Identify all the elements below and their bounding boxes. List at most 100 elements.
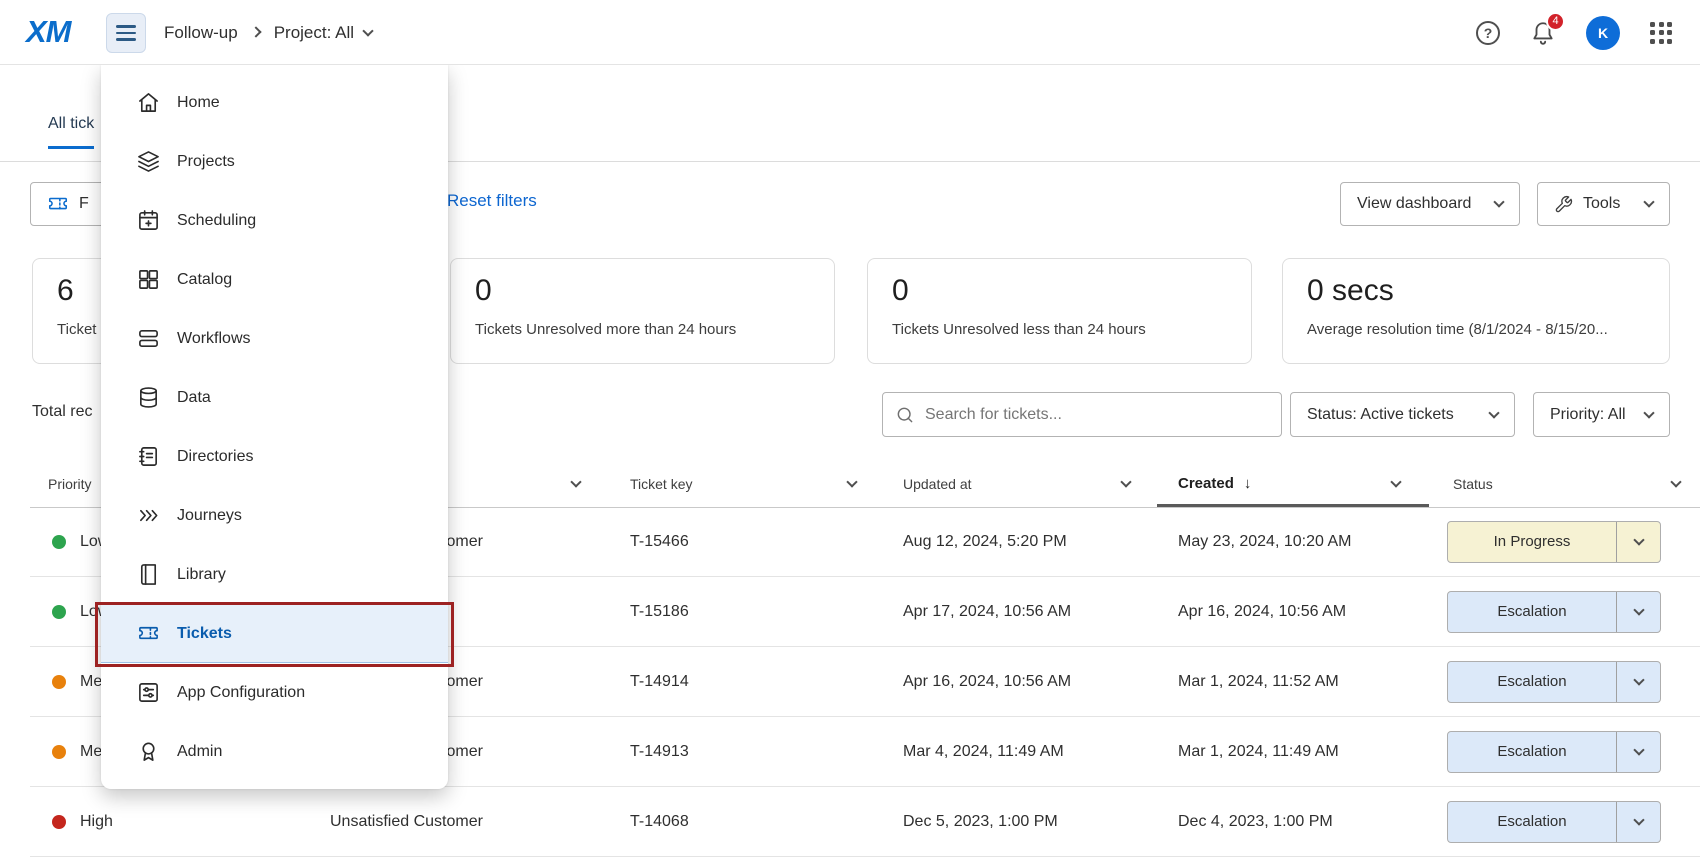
chevron-down-icon <box>1488 407 1499 418</box>
hamburger-icon <box>116 25 136 28</box>
menu-item-data[interactable]: Data <box>101 368 448 427</box>
stat-card-unresolved-more-24h: 0 Tickets Unresolved more than 24 hours <box>450 258 835 364</box>
ticket-key-cell: T-14913 <box>630 743 689 761</box>
menu-item-app-configuration[interactable]: App Configuration <box>101 663 448 722</box>
stat-card-unresolved-less-24h: 0 Tickets Unresolved less than 24 hours <box>867 258 1252 364</box>
status-badge-label: In Progress <box>1448 522 1616 562</box>
library-icon <box>137 563 160 586</box>
admin-icon <box>137 740 160 763</box>
priority-cell: High <box>80 813 113 831</box>
help-icon[interactable]: ? <box>1476 21 1500 45</box>
status-dropdown[interactable]: Escalation <box>1447 591 1661 633</box>
menu-item-library[interactable]: Library <box>101 545 448 604</box>
ticket-key-cell: T-15466 <box>630 533 689 551</box>
menu-item-workflows[interactable]: Workflows <box>101 309 448 368</box>
updated-at-cell: Apr 17, 2024, 10:56 AM <box>903 603 1071 621</box>
stat-value: 0 <box>475 274 810 308</box>
ticket-name-cell: Unsatisfied Customer <box>330 813 483 831</box>
menu-item-scheduling[interactable]: Scheduling <box>101 191 448 250</box>
priority-filter-dropdown[interactable]: Priority: All <box>1533 392 1670 437</box>
priority-dot <box>52 675 66 689</box>
search-input[interactable] <box>925 406 1269 424</box>
status-dropdown[interactable]: Escalation <box>1447 731 1661 773</box>
column-header-status[interactable]: Status <box>1453 460 1493 507</box>
tools-button[interactable]: Tools <box>1537 182 1670 226</box>
priority-dot <box>52 605 66 619</box>
priority-dot <box>52 815 66 829</box>
ticket-name-sort-chevron[interactable] <box>572 473 580 491</box>
breadcrumb: Follow-up Project: All <box>164 0 372 65</box>
ticket-key-sort-chevron[interactable] <box>848 473 856 491</box>
tab-all-tickets[interactable]: All tick <box>48 115 94 149</box>
priority-dot <box>52 745 66 759</box>
directories-icon <box>137 445 160 468</box>
menu-item-admin[interactable]: Admin <box>101 722 448 781</box>
status-chevron[interactable] <box>1616 662 1660 702</box>
workflows-icon <box>137 327 160 350</box>
data-icon <box>137 386 160 409</box>
priority-dot <box>52 535 66 549</box>
apps-grid-icon[interactable] <box>1650 22 1672 44</box>
status-dropdown[interactable]: Escalation <box>1447 801 1661 843</box>
global-navigation-menu: Home Projects Scheduling Catalog Workflo… <box>101 65 448 789</box>
app-configuration-icon <box>137 681 160 704</box>
breadcrumb-section[interactable]: Follow-up <box>164 23 238 43</box>
column-header-updated-at[interactable]: Updated at <box>903 460 972 507</box>
column-header-priority[interactable]: Priority <box>48 460 92 507</box>
ticket-key-cell: T-14068 <box>630 813 689 831</box>
menu-item-catalog[interactable]: Catalog <box>101 250 448 309</box>
column-header-created[interactable]: Created ↓ <box>1178 460 1251 507</box>
projects-icon <box>137 150 160 173</box>
stat-card-avg-resolution-time: 0 secs Average resolution time (8/1/2024… <box>1282 258 1670 364</box>
status-badge-label: Escalation <box>1448 802 1616 842</box>
top-bar: XM Follow-up Project: All ? 4 K <box>0 0 1700 65</box>
table-row[interactable]: High Unsatisfied Customer T-14068 Dec 5,… <box>30 787 1700 857</box>
created-cell: Mar 1, 2024, 11:49 AM <box>1178 743 1339 761</box>
project-selector[interactable]: Project: All <box>274 23 372 43</box>
chevron-down-icon <box>1643 196 1654 207</box>
status-sort-chevron[interactable] <box>1672 473 1680 491</box>
menu-item-projects[interactable]: Projects <box>101 132 448 191</box>
updated-at-sort-chevron[interactable] <box>1122 473 1130 491</box>
catalog-icon <box>137 268 160 291</box>
updated-at-cell: Aug 12, 2024, 5:20 PM <box>903 533 1067 551</box>
status-chevron[interactable] <box>1616 732 1660 772</box>
menu-item-tickets[interactable]: Tickets <box>101 604 448 663</box>
created-cell: Apr 16, 2024, 10:56 AM <box>1178 603 1346 621</box>
status-badge-label: Escalation <box>1448 732 1616 772</box>
updated-at-cell: Mar 4, 2024, 11:49 AM <box>903 743 1064 761</box>
reset-filters-link[interactable]: Reset filters <box>447 191 537 211</box>
created-cell: Mar 1, 2024, 11:52 AM <box>1178 673 1339 691</box>
wrench-icon <box>1554 195 1573 214</box>
menu-item-journeys[interactable]: Journeys <box>101 486 448 545</box>
chevron-down-icon <box>1643 407 1654 418</box>
status-chevron[interactable] <box>1616 802 1660 842</box>
topbar-actions: ? 4 K <box>1476 0 1700 65</box>
hamburger-menu-button[interactable] <box>106 13 146 53</box>
breadcrumb-separator-icon <box>250 26 261 37</box>
column-header-ticket-key[interactable]: Ticket key <box>630 460 693 507</box>
chevron-down-icon <box>362 25 373 36</box>
journeys-icon <box>137 504 160 527</box>
menu-item-home[interactable]: Home <box>101 73 448 132</box>
status-filter-dropdown[interactable]: Status: Active tickets <box>1290 392 1515 437</box>
status-chevron[interactable] <box>1616 522 1660 562</box>
status-chevron[interactable] <box>1616 592 1660 632</box>
notification-count-badge: 4 <box>1546 12 1565 31</box>
updated-at-cell: Apr 16, 2024, 10:56 AM <box>903 673 1071 691</box>
created-sort-chevron[interactable] <box>1392 473 1400 491</box>
menu-item-directories[interactable]: Directories <box>101 427 448 486</box>
ticket-key-cell: T-14914 <box>630 673 689 691</box>
scheduling-icon <box>137 209 160 232</box>
avatar[interactable]: K <box>1586 16 1620 50</box>
notifications-button[interactable]: 4 <box>1530 20 1556 46</box>
status-dropdown[interactable]: Escalation <box>1447 661 1661 703</box>
total-records-label: Total rec <box>32 403 92 421</box>
status-badge-label: Escalation <box>1448 592 1616 632</box>
ticket-icon <box>47 193 69 215</box>
stat-label: Tickets Unresolved more than 24 hours <box>475 321 810 338</box>
created-cell: May 23, 2024, 10:20 AM <box>1178 533 1351 551</box>
stat-label: Tickets Unresolved less than 24 hours <box>892 321 1227 338</box>
status-dropdown[interactable]: In Progress <box>1447 521 1661 563</box>
view-dashboard-button[interactable]: View dashboard <box>1340 182 1520 226</box>
